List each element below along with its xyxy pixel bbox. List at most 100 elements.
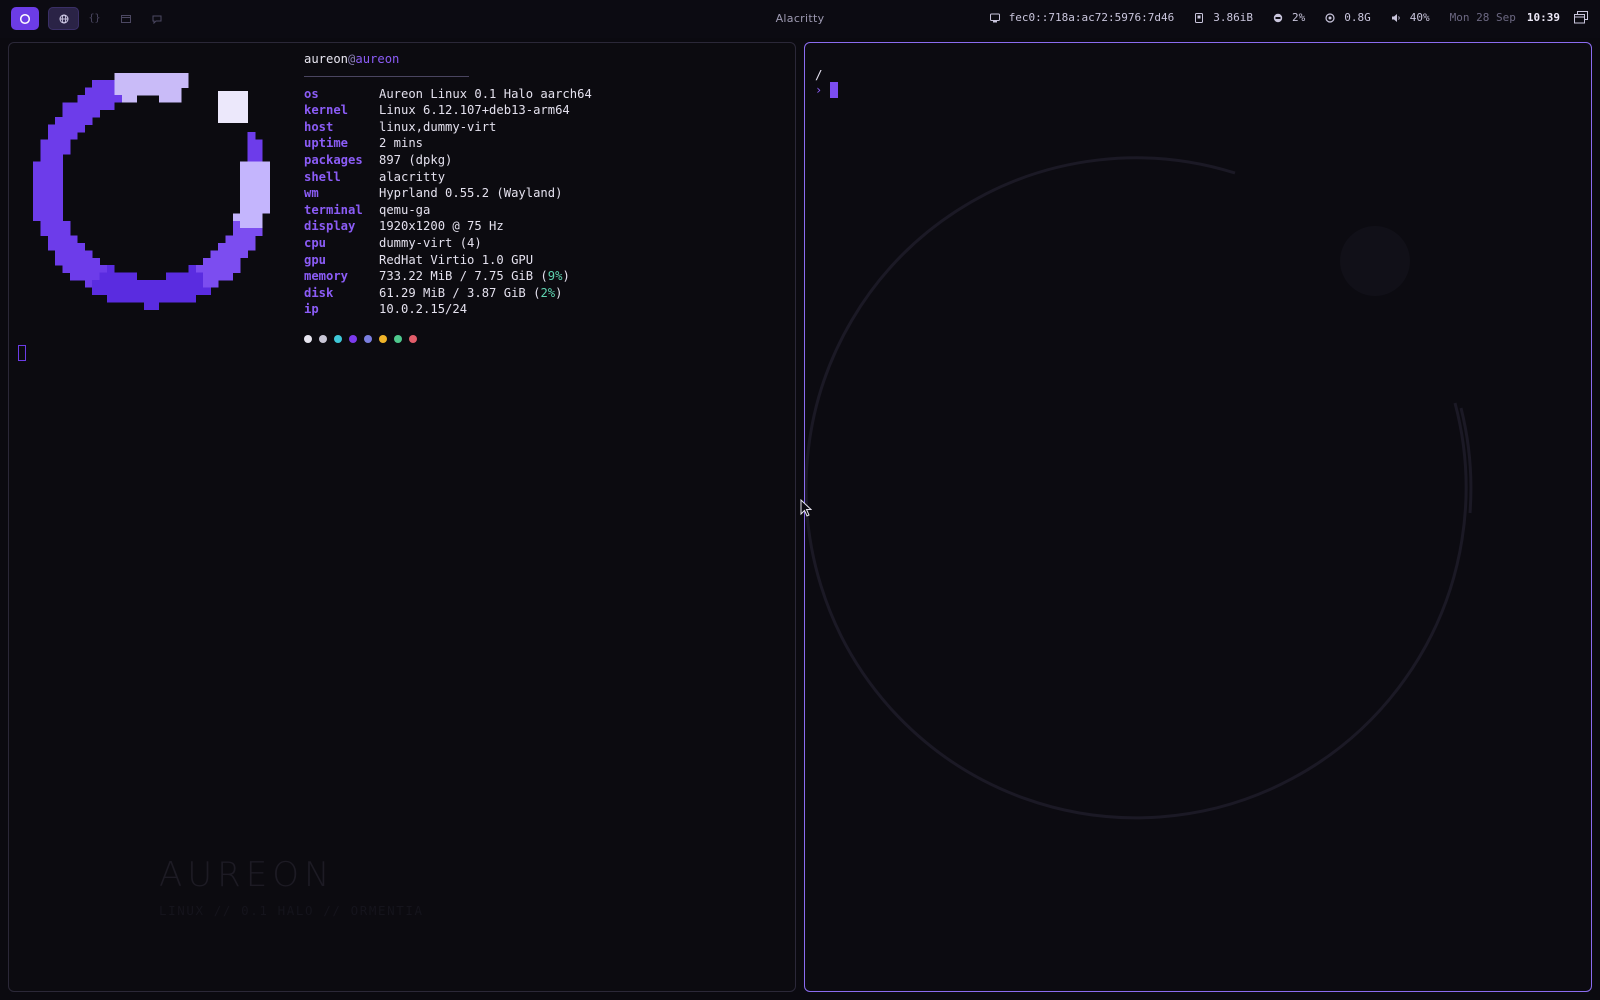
mouse-pointer-icon <box>800 499 812 517</box>
logo-pixel <box>55 250 63 259</box>
logo-pixel <box>70 257 78 266</box>
logo-pixel <box>262 198 271 207</box>
logo-pixel <box>240 198 248 207</box>
memory-icon <box>1195 12 1204 23</box>
logo-pixel <box>240 235 248 244</box>
logo-pixel <box>70 243 78 251</box>
aureon-logo-icon <box>33 72 271 310</box>
logo-pixel <box>247 213 256 222</box>
logo-pixel <box>47 213 56 222</box>
logo-pixel <box>232 243 241 251</box>
logo-pixel <box>232 213 241 222</box>
logo-pixel <box>247 220 256 229</box>
logo-pixel <box>40 206 49 214</box>
logo-pixel <box>33 213 41 222</box>
logo-pixel <box>114 87 123 96</box>
logo-pixel <box>55 213 63 222</box>
logo-pixel <box>55 124 63 133</box>
logo-pixel <box>40 154 49 162</box>
memory-status[interactable]: 3.86iB <box>1194 11 1253 24</box>
logo-pixel <box>107 87 115 96</box>
volume-value: 40% <box>1409 11 1430 24</box>
logo-pixel <box>62 265 71 273</box>
logo-pixel <box>247 169 256 177</box>
logo-pixel <box>55 161 63 170</box>
logo-pixel <box>55 117 63 125</box>
logo-pixel <box>121 87 130 96</box>
logo-pixel <box>47 132 56 140</box>
logo-pixel <box>40 220 49 229</box>
user-host-line: aureon@aureon <box>304 51 592 68</box>
network-status[interactable]: fec0::718a:ac72:5976:7d46 <box>989 11 1174 24</box>
logo-pixel <box>188 280 197 288</box>
logo-pixel <box>144 294 152 303</box>
logo-pixel <box>47 183 56 192</box>
window-overview-icon[interactable] <box>1574 11 1588 24</box>
logo-pixel <box>121 80 130 88</box>
logo-pixel <box>247 243 256 251</box>
logo-pixel <box>70 117 78 125</box>
logo-pixel <box>62 243 71 251</box>
logo-pixel <box>188 265 197 273</box>
logo-pixel <box>173 287 182 296</box>
gpu-icon <box>1325 12 1335 23</box>
info-row-gpu: gpu RedHat Virtio 1.0 GPU <box>304 252 534 267</box>
logo-pixel <box>158 294 167 303</box>
volume-status[interactable]: 40% <box>1391 11 1430 24</box>
current-directory: / <box>815 67 823 82</box>
logo-pixel <box>92 80 100 88</box>
network-icon <box>989 13 1000 22</box>
logo-pixel <box>77 243 86 251</box>
logo-pixel <box>84 95 93 103</box>
logo-pixel <box>40 213 49 222</box>
logo-pixel <box>255 220 263 229</box>
logo-pixel <box>203 280 211 288</box>
info-row-ip: ip 10.0.2.15/24 <box>304 302 468 317</box>
palette-dot <box>304 334 312 343</box>
info-row-os: os Aureon Linux 0.1 Halo aarch64 <box>304 86 592 101</box>
disk-percent: 2% <box>540 285 556 300</box>
cpu-status[interactable]: 2% <box>1273 11 1305 24</box>
logo-pixel <box>70 109 78 118</box>
logo-pixel <box>247 146 256 155</box>
info-row-display: display 1920x1200 @ 75 Hz <box>304 219 504 234</box>
logo-pixel <box>40 146 49 155</box>
logo-pixel <box>166 72 174 81</box>
logo-pixel <box>40 198 49 207</box>
logo-pixel <box>33 191 41 199</box>
logo-pixel <box>181 80 189 88</box>
info-row-terminal: terminal qemu-ga <box>304 202 431 217</box>
logo-pixel <box>47 228 56 236</box>
shell-prompt[interactable]: › <box>815 82 839 98</box>
logo-pixel <box>144 280 152 288</box>
logo-pixel <box>218 265 226 273</box>
logo-pixel <box>166 272 174 281</box>
clock[interactable]: 10:39 <box>1527 11 1560 24</box>
logo-pixel <box>210 250 219 259</box>
logo-pixel <box>55 191 63 199</box>
logo-pixel <box>166 95 174 103</box>
logo-pixel <box>114 272 123 281</box>
logo-pixel <box>47 124 56 133</box>
logo-pixel <box>77 117 86 125</box>
logo-pixel <box>55 257 63 266</box>
logo-pixel <box>151 287 160 296</box>
terminal-window-right[interactable]: / › <box>804 42 1592 992</box>
logo-pixel <box>121 287 130 296</box>
logo-pixel <box>166 280 174 288</box>
logo-pixel <box>255 183 263 192</box>
terminal-window-left[interactable]: aureon@aureon os Aureon Linux 0.1 Halo aa… <box>8 42 796 992</box>
logo-pixel <box>195 265 204 273</box>
logo-pixel <box>255 169 263 177</box>
logo-pixel <box>47 198 56 207</box>
logo-pixel <box>247 228 256 236</box>
logo-pixel <box>107 102 115 111</box>
logo-pixel <box>166 80 174 88</box>
logo-pixel <box>173 72 182 81</box>
logo-pixel <box>247 198 256 207</box>
fetch-user: aureon <box>304 52 349 66</box>
gpu-status[interactable]: 0.8G <box>1325 11 1371 24</box>
brand-title: AUREON <box>159 855 335 895</box>
logo-pixel <box>255 228 263 236</box>
logo-pixel <box>262 161 271 170</box>
